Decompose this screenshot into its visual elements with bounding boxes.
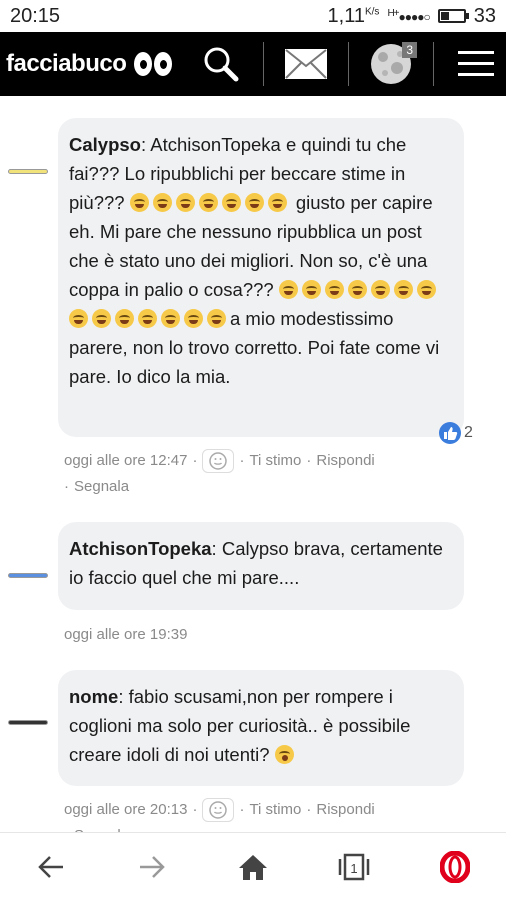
comment-author[interactable]: AtchisonTopeka <box>69 538 212 559</box>
like-count[interactable]: 2 <box>438 421 473 445</box>
reply-link[interactable]: Rispondi <box>316 797 374 823</box>
comment-time: oggi alle ore 20:13 <box>64 801 188 818</box>
comments-feed[interactable]: Calypso: AtchisonTopeka e quindi tu che … <box>0 96 506 832</box>
header-divider <box>263 42 264 86</box>
tabs-icon: 1 <box>338 853 370 880</box>
report-link[interactable]: Segnala <box>74 474 129 500</box>
thumbs-up-icon <box>439 422 461 444</box>
stima-link[interactable]: Ti stimo <box>249 797 301 823</box>
menu-button[interactable] <box>452 40 500 88</box>
comment-author[interactable]: nome <box>69 686 118 707</box>
comment-author[interactable]: Calypso <box>69 134 141 155</box>
report-link[interactable]: Segnala <box>74 823 129 832</box>
home-button[interactable] <box>223 837 283 897</box>
comment-meta: oggi alle ore 20:13 · · Ti stimo · Rispo… <box>64 797 424 832</box>
avatar <box>8 573 48 578</box>
laughing-emoji-icon <box>129 192 291 213</box>
hamburger-menu-icon <box>458 51 494 76</box>
svg-text:1: 1 <box>351 861 358 876</box>
app-header: facciabuco 3 <box>0 32 506 96</box>
opera-logo-icon <box>440 850 471 883</box>
battery-level: 33 <box>473 4 496 27</box>
comment-text: fabio scusami,non per rompere i coglioni… <box>69 686 411 765</box>
astonished-emoji-icon <box>274 745 294 764</box>
comment-bubble: AtchisonTopeka: Calypso brava, certament… <box>58 522 464 610</box>
notification-badge: 3 <box>402 42 417 58</box>
status-bar: 20:15 1,11K/s H+●●●●○ 33 <box>0 0 506 32</box>
header-divider <box>348 42 349 86</box>
forward-button[interactable] <box>122 837 182 897</box>
comment-bubble: Calypso: AtchisonTopeka e quindi tu che … <box>58 118 464 437</box>
messages-button[interactable] <box>282 40 330 88</box>
signal-icon: H+●●●●○ <box>387 8 430 24</box>
comment-meta: oggi alle ore 19:39 <box>64 622 424 648</box>
envelope-icon <box>285 49 327 79</box>
search-button[interactable] <box>197 40 245 88</box>
avatar <box>8 720 48 725</box>
brand-logo[interactable]: facciabuco <box>6 50 127 78</box>
home-icon <box>238 854 267 880</box>
forward-arrow-icon <box>139 855 165 878</box>
opera-menu-button[interactable] <box>425 837 485 897</box>
browser-nav-bar: 1 <box>0 832 506 900</box>
react-button[interactable] <box>202 798 235 822</box>
battery-icon <box>437 9 469 23</box>
network-speed: 1,11K/s <box>327 4 380 27</box>
stima-link[interactable]: Ti stimo <box>249 448 301 474</box>
search-icon <box>204 47 239 82</box>
react-button[interactable] <box>202 449 235 473</box>
comment-bubble: nome: fabio scusami,non per rompere i co… <box>58 670 464 786</box>
smiley-icon <box>209 801 228 819</box>
avatar <box>8 169 48 174</box>
comment-time: oggi alle ore 19:39 <box>64 626 188 643</box>
status-indicators: 1,11K/s H+●●●●○ 33 <box>328 5 496 28</box>
mascot-eyes-icon <box>134 52 173 76</box>
reply-link[interactable]: Rispondi <box>316 448 374 474</box>
header-divider <box>433 42 434 86</box>
smiley-icon <box>209 452 228 470</box>
back-button[interactable] <box>21 837 81 897</box>
profile-button[interactable]: 3 <box>367 40 417 88</box>
back-arrow-icon <box>37 855 63 878</box>
comment-meta: oggi alle ore 12:47 · · Ti stimo · Rispo… <box>64 448 424 500</box>
tabs-button[interactable]: 1 <box>324 837 384 897</box>
status-time: 20:15 <box>10 4 61 27</box>
comment-time: oggi alle ore 12:47 <box>64 452 188 469</box>
